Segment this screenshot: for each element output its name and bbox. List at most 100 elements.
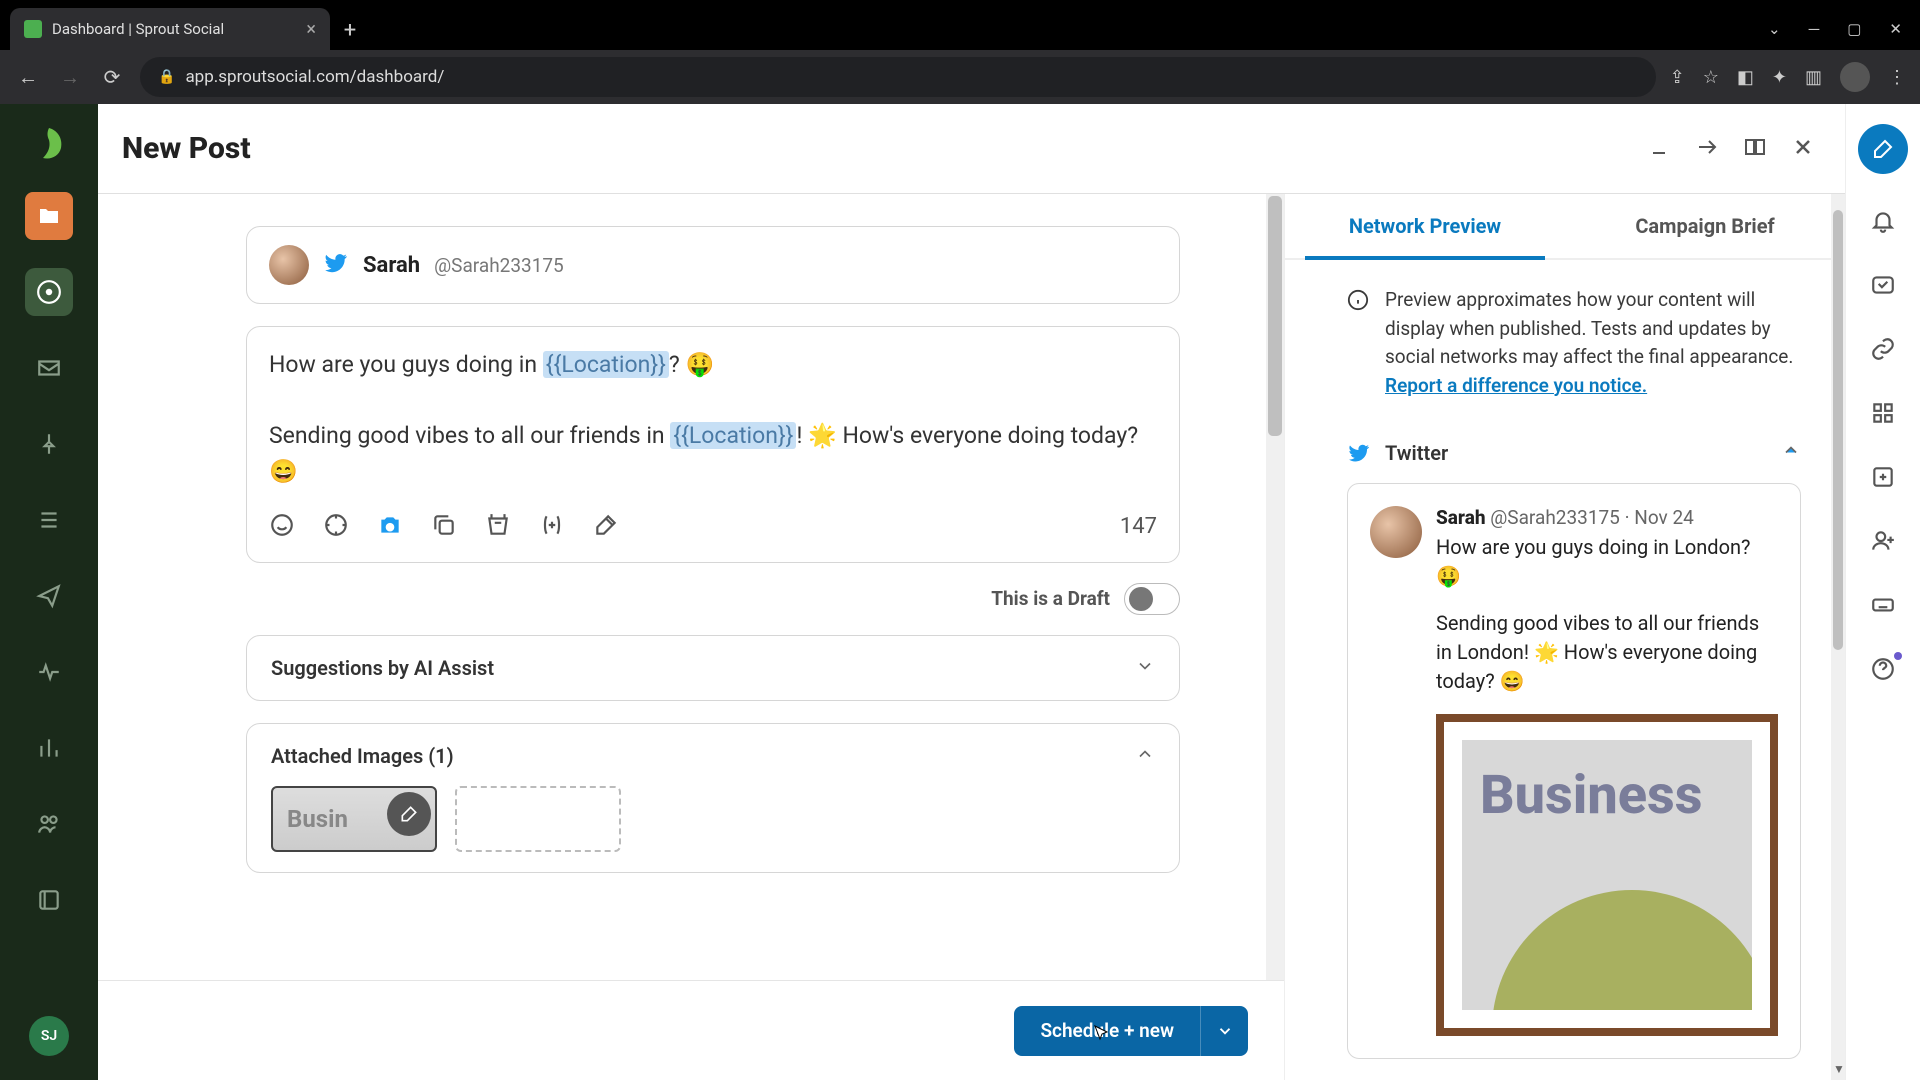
lock-icon: 🔒: [158, 69, 175, 85]
forward-button[interactable]: →: [56, 63, 84, 91]
profile-handle: @Sarah233175: [434, 254, 564, 277]
minimize-icon[interactable]: ─: [1809, 20, 1820, 38]
camera-icon[interactable]: [377, 512, 403, 542]
scrollbar[interactable]: ▼: [1831, 194, 1845, 1080]
variable-icon[interactable]: [539, 512, 565, 542]
url-bar[interactable]: 🔒 app.sproutsocial.com/dashboard/: [140, 57, 1656, 97]
nav-library-icon[interactable]: [25, 876, 73, 924]
compose-column: Sarah @Sarah233175 How are you guys doin…: [98, 194, 1284, 1080]
url-text: app.sproutsocial.com/dashboard/: [185, 67, 444, 87]
main-nav-sidebar: SJ: [0, 104, 98, 1080]
preview-notice: Preview approximates how your content wi…: [1347, 286, 1801, 400]
twitter-icon: [323, 250, 349, 280]
section-title: Attached Images (1): [271, 744, 454, 768]
reply-icon[interactable]: [1870, 272, 1896, 302]
chevron-up-icon[interactable]: [1135, 744, 1155, 768]
network-header[interactable]: Twitter: [1347, 428, 1801, 477]
new-tab-button[interactable]: +: [330, 10, 370, 50]
sidepanel-icon[interactable]: ▥: [1805, 67, 1822, 88]
info-icon: [1347, 289, 1369, 311]
panels-icon[interactable]: [1743, 135, 1767, 163]
editor-text[interactable]: How are you guys doing in {{Location}}? …: [269, 347, 1157, 490]
keyboard-icon[interactable]: [1870, 592, 1896, 622]
ai-suggestions-section[interactable]: Suggestions by AI Assist: [246, 635, 1180, 701]
image-thumbnail[interactable]: Busin: [271, 786, 437, 852]
apps-grid-icon[interactable]: [1870, 400, 1896, 430]
chevron-down-icon[interactable]: ⌄: [1768, 20, 1781, 38]
preview-column: ▼ Network Preview Campaign Brief Preview…: [1284, 194, 1845, 1080]
nav-people-icon[interactable]: [25, 800, 73, 848]
tab-close-icon[interactable]: ×: [306, 19, 316, 40]
toolbar-right: ⇪ ☆ ◧ ✦ ▥ ⋮: [1670, 62, 1906, 92]
profile-name: Sarah: [363, 253, 420, 278]
profile-selector[interactable]: Sarah @Sarah233175: [246, 226, 1180, 304]
char-counter: 147: [1120, 514, 1157, 539]
tweet-preview: Sarah @Sarah233175 · Nov 24 How are you …: [1347, 483, 1801, 1059]
post-editor[interactable]: How are you guys doing in {{Location}}? …: [246, 326, 1180, 563]
draft-toggle-row: This is a Draft: [246, 583, 1180, 615]
close-modal-icon[interactable]: [1791, 135, 1815, 163]
nav-inbox-icon[interactable]: [25, 344, 73, 392]
user-badge[interactable]: SJ: [29, 1016, 69, 1056]
favicon: [24, 20, 42, 38]
avatar: [1370, 506, 1422, 558]
address-bar: ← → ⟳ 🔒 app.sproutsocial.com/dashboard/ …: [0, 50, 1920, 104]
link-icon[interactable]: [1870, 336, 1896, 366]
compose-fab[interactable]: [1858, 124, 1908, 174]
profile-avatar-icon[interactable]: [1840, 62, 1870, 92]
tweet-author-handle: @Sarah233175: [1490, 506, 1620, 529]
bookmark-icon[interactable]: ☆: [1703, 67, 1719, 88]
chevron-down-icon: [1135, 656, 1155, 680]
emoji-icon[interactable]: [269, 512, 295, 542]
nav-folder-icon[interactable]: [25, 192, 73, 240]
tweet-text-line1: How are you guys doing in London? 🤑: [1436, 533, 1778, 591]
nav-send-icon[interactable]: [25, 572, 73, 620]
add-panel-icon[interactable]: [1870, 464, 1896, 494]
tab-campaign-brief[interactable]: Campaign Brief: [1565, 194, 1845, 258]
extensions-puzzle-icon[interactable]: ✦: [1772, 67, 1787, 88]
sprout-logo-icon[interactable]: [29, 124, 69, 164]
minimize-modal-icon[interactable]: [1647, 135, 1671, 163]
maximize-icon[interactable]: ▢: [1847, 20, 1861, 38]
scrollbar[interactable]: [1266, 194, 1284, 980]
tweet-text-line2: Sending good vibes to all our friends in…: [1436, 609, 1778, 696]
draft-label: This is a Draft: [991, 587, 1110, 610]
nav-list-icon[interactable]: [25, 496, 73, 544]
location-token[interactable]: {{Location}}: [543, 351, 669, 378]
copy-icon[interactable]: [431, 512, 457, 542]
nav-reports-icon[interactable]: [25, 724, 73, 772]
tab-network-preview[interactable]: Network Preview: [1285, 194, 1565, 258]
kebab-menu-icon[interactable]: ⋮: [1888, 67, 1906, 88]
modal-header: New Post: [98, 104, 1845, 194]
add-image-slot[interactable]: [455, 786, 621, 852]
extension-icon[interactable]: ◧: [1737, 67, 1754, 88]
schedule-dropdown-button[interactable]: [1200, 1006, 1248, 1056]
ai-assist-icon[interactable]: [593, 512, 619, 542]
back-button[interactable]: ←: [14, 63, 42, 91]
nav-compass-icon[interactable]: [25, 268, 73, 316]
target-icon[interactable]: [323, 512, 349, 542]
nav-pin-icon[interactable]: [25, 420, 73, 468]
reload-button[interactable]: ⟳: [98, 63, 126, 91]
edit-image-icon[interactable]: [387, 792, 431, 836]
section-title: Suggestions by AI Assist: [271, 656, 494, 680]
product-tag-icon[interactable]: [485, 512, 511, 542]
modal-title: New Post: [122, 131, 251, 166]
close-window-icon[interactable]: ✕: [1889, 20, 1902, 38]
compose-modal: New Post Sarah @Sarah233175 H: [98, 104, 1845, 1080]
location-token[interactable]: {{Location}}: [670, 422, 796, 449]
expand-right-icon[interactable]: [1695, 135, 1719, 163]
share-icon[interactable]: ⇪: [1670, 67, 1685, 88]
add-user-icon[interactable]: [1870, 528, 1896, 558]
tab-title: Dashboard | Sprout Social: [52, 20, 224, 38]
editor-toolbar: 147: [269, 512, 1157, 542]
tweet-date: Nov 24: [1634, 506, 1694, 529]
notifications-icon[interactable]: [1870, 208, 1896, 238]
report-difference-link[interactable]: Report a difference you notice.: [1385, 374, 1647, 397]
browser-tab[interactable]: Dashboard | Sprout Social ×: [10, 8, 330, 50]
draft-toggle[interactable]: [1124, 583, 1180, 615]
help-icon[interactable]: [1870, 656, 1896, 686]
schedule-button[interactable]: Schedule + new: [1014, 1006, 1200, 1056]
window-controls: ⌄ ─ ▢ ✕: [1768, 8, 1920, 50]
nav-pulse-icon[interactable]: [25, 648, 73, 696]
